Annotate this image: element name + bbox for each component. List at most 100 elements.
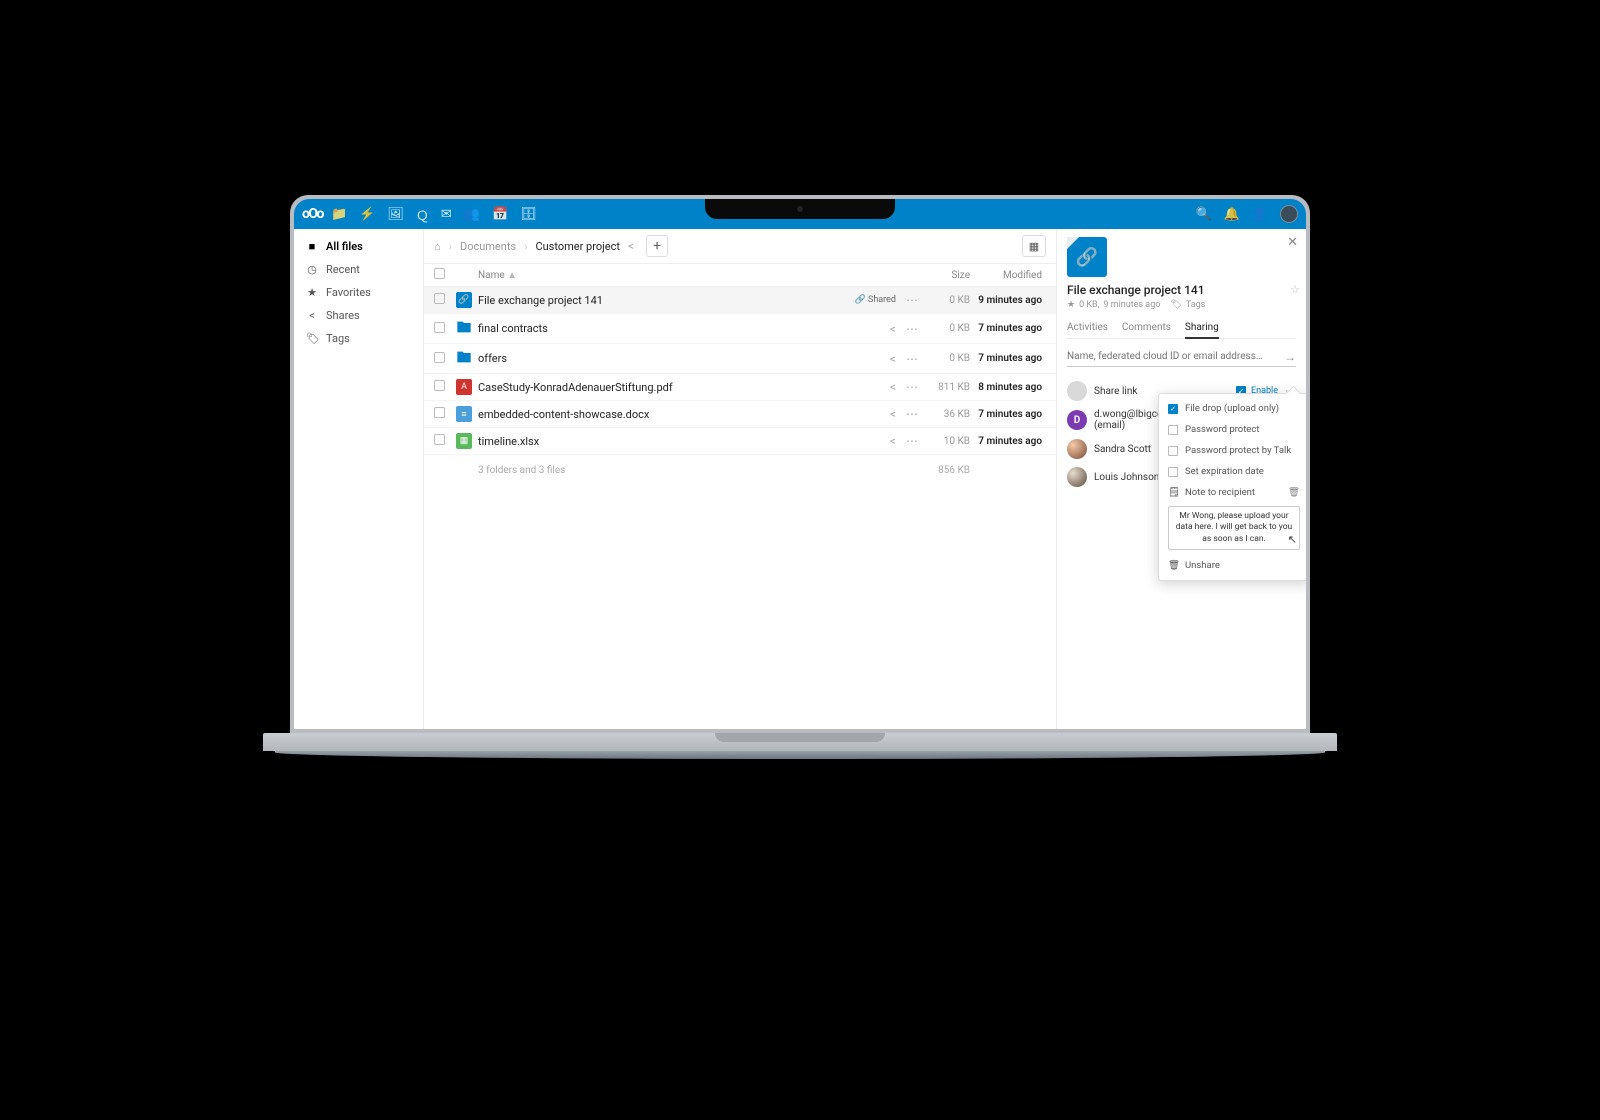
favorite-star-icon[interactable]: ☆ xyxy=(1290,283,1300,296)
talk-app-icon[interactable]: Ｑ xyxy=(416,205,429,224)
calendar-app-icon[interactable]: 📅 xyxy=(492,207,508,222)
row-checkbox[interactable] xyxy=(434,434,445,445)
close-icon[interactable]: ✕ xyxy=(1287,235,1298,250)
table-header: Name ▲ Size Modified xyxy=(424,264,1056,287)
sidebar-item-shares[interactable]: <Shares xyxy=(294,304,423,327)
more-icon[interactable]: ⋯ xyxy=(906,322,918,336)
checkbox-icon xyxy=(1168,446,1178,456)
file-modified: 9 minutes ago xyxy=(970,295,1046,306)
deck-app-icon[interactable]: 🗄 xyxy=(520,207,537,222)
row-checkbox[interactable] xyxy=(434,293,445,304)
folder-icon xyxy=(456,349,472,365)
col-name[interactable]: Name xyxy=(478,270,505,281)
row-checkbox[interactable] xyxy=(434,407,445,418)
file-name: timeline.xlsx xyxy=(478,435,539,448)
app-nav-icons: 📁 ⚡ 🖼 Ｑ ✉ 👥 📅 🗄 xyxy=(331,205,537,224)
breadcrumb-documents[interactable]: Documents xyxy=(460,240,516,253)
col-size[interactable]: Size xyxy=(918,270,970,281)
gallery-app-icon[interactable]: 🖼 xyxy=(387,207,404,222)
breadcrumb-home[interactable]: ⌂ xyxy=(434,240,441,253)
tab-sharing[interactable]: Sharing xyxy=(1185,318,1219,339)
file-size: 0 KB xyxy=(918,295,970,306)
sidebar-item-recent[interactable]: ◷Recent xyxy=(294,258,423,281)
file-size: 36 KB xyxy=(918,409,970,420)
app-logo: oOo xyxy=(302,206,323,222)
tab-comments[interactable]: Comments xyxy=(1122,318,1171,338)
table-row[interactable]: 🔗File exchange project 141🔗 Shared⋯0 KB9… xyxy=(424,287,1056,314)
col-modified[interactable]: Modified xyxy=(970,270,1046,281)
sidebar-item-favorites[interactable]: ★Favorites xyxy=(294,281,423,304)
share-icon: < xyxy=(306,309,318,322)
share-icon[interactable]: < xyxy=(890,434,896,448)
table-row[interactable]: ≡ embedded-content-showcase.docx < ⋯36 KB7 … xyxy=(424,401,1056,428)
file-modified: 7 minutes ago xyxy=(970,409,1046,420)
trash-icon[interactable]: 🗑 xyxy=(1288,487,1300,498)
list-summary: 3 folders and 3 files 856 KB xyxy=(424,455,1056,486)
table-row[interactable]: final contracts<⋯0 KB7 minutes ago xyxy=(424,314,1056,344)
share-avatar xyxy=(1067,439,1087,459)
table-row[interactable]: ACaseStudy-KonradAdenauerStiftung.pdf<⋯8… xyxy=(424,374,1056,401)
contacts-icon[interactable]: 👤 xyxy=(1252,207,1268,222)
xlsx-icon: ▦ xyxy=(456,433,472,449)
popover-option[interactable]: ✓File drop (upload only) xyxy=(1159,398,1306,419)
file-size: 811 KB xyxy=(918,382,970,393)
table-row[interactable]: offers<⋯0 KB7 minutes ago xyxy=(424,344,1056,374)
checkbox-icon xyxy=(1168,467,1178,477)
search-icon[interactable]: 🔍 xyxy=(1195,207,1211,222)
sidebar-item-all-files[interactable]: ■All files xyxy=(294,235,423,258)
table-row[interactable]: ▦timeline.xlsx<⋯10 KB7 minutes ago xyxy=(424,428,1056,455)
sidebar-item-tags[interactable]: 🏷Tags xyxy=(294,327,423,350)
more-icon[interactable]: ⋯ xyxy=(906,434,918,448)
laptop-notch xyxy=(705,199,895,219)
checkbox-icon xyxy=(1168,425,1178,435)
breadcrumb: ⌂ › Documents › Customer project < + ▦ xyxy=(424,229,1056,264)
note-icon: 🗒 xyxy=(1168,487,1178,498)
activity-app-icon[interactable]: ⚡ xyxy=(359,207,375,222)
share-avatar xyxy=(1067,467,1087,487)
breadcrumb-current[interactable]: Customer project xyxy=(535,240,620,253)
note-header: 🗒Note to recipient🗑 xyxy=(1159,482,1306,503)
share-submit-icon[interactable]: → xyxy=(1284,350,1296,364)
tab-activities[interactable]: Activities xyxy=(1067,318,1108,338)
checkbox-icon: ✓ xyxy=(1168,404,1178,414)
more-icon[interactable]: ⋯ xyxy=(906,380,918,394)
share-icon[interactable]: < xyxy=(890,380,896,394)
popover-option[interactable]: Password protect by Talk xyxy=(1159,440,1306,461)
star-icon: ★ xyxy=(306,286,318,299)
file-name: embedded-content-showcase.docx xyxy=(478,408,649,421)
breadcrumb-share-icon[interactable]: < xyxy=(628,239,634,253)
laptop-frame: oOo 📁 ⚡ 🖼 Ｑ ✉ 👥 📅 🗄 🔍 🔔 👤 xyxy=(290,195,1310,759)
cursor-icon: ↖ xyxy=(1288,533,1297,548)
share-avatar xyxy=(1067,381,1087,401)
more-icon[interactable]: ⋯ xyxy=(906,352,918,366)
contacts-app-icon[interactable]: 👥 xyxy=(464,207,480,222)
share-search: → xyxy=(1067,347,1296,367)
file-modified: 8 minutes ago xyxy=(970,382,1046,393)
row-checkbox[interactable] xyxy=(434,380,445,391)
share-icon[interactable]: < xyxy=(890,322,896,336)
share-options-popover: ✓File drop (upload only)Password protect… xyxy=(1158,393,1306,581)
docx-icon: ≡ xyxy=(456,406,472,422)
notifications-icon[interactable]: 🔔 xyxy=(1224,207,1240,222)
share-icon[interactable]: < xyxy=(890,407,896,421)
user-avatar[interactable] xyxy=(1280,205,1298,223)
shared-indicator: 🔗 Shared xyxy=(855,295,896,305)
popover-option[interactable]: Set expiration date xyxy=(1159,461,1306,482)
select-all-checkbox[interactable] xyxy=(434,268,445,279)
new-button[interactable]: + xyxy=(646,235,668,257)
row-checkbox[interactable] xyxy=(434,352,445,363)
share-search-input[interactable] xyxy=(1067,347,1284,366)
file-size: 10 KB xyxy=(918,436,970,447)
note-textarea[interactable]: Mr Wong, please upload your data here. I… xyxy=(1168,506,1300,550)
files-app-icon[interactable]: 📁 xyxy=(331,207,347,222)
more-icon[interactable]: ⋯ xyxy=(906,293,918,307)
more-icon[interactable]: ⋯ xyxy=(906,407,918,421)
file-size: 0 KB xyxy=(918,323,970,334)
unshare-button[interactable]: 🗑Unshare xyxy=(1159,555,1306,576)
row-checkbox[interactable] xyxy=(434,322,445,333)
popover-option[interactable]: Password protect xyxy=(1159,419,1306,440)
view-toggle-button[interactable]: ▦ xyxy=(1022,235,1046,257)
mail-app-icon[interactable]: ✉ xyxy=(441,207,452,222)
share-icon[interactable]: < xyxy=(890,352,896,366)
details-title: File exchange project 141 xyxy=(1067,283,1296,297)
